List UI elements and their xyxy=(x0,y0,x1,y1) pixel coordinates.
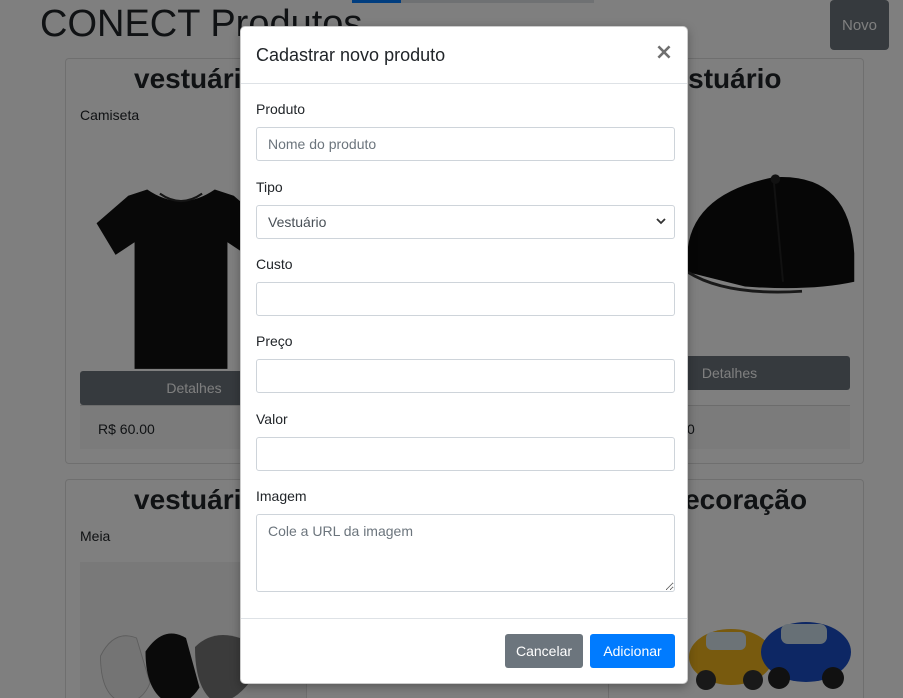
modal-footer: Cancelar Adicionar xyxy=(241,618,687,683)
custo-label: Custo xyxy=(256,256,293,272)
preco-label: Preço xyxy=(256,333,293,349)
preco-input[interactable] xyxy=(256,359,675,393)
valor-label: Valor xyxy=(256,411,288,427)
add-button[interactable]: Adicionar xyxy=(590,634,675,668)
produto-label: Produto xyxy=(256,101,306,117)
tipo-selected-value: Vestuário xyxy=(268,214,327,230)
custo-input[interactable] xyxy=(256,282,675,316)
chevron-down-icon xyxy=(656,218,666,225)
imagem-label: Imagem xyxy=(256,488,307,504)
imagem-url-textarea[interactable] xyxy=(256,514,675,592)
produto-input[interactable] xyxy=(256,127,675,161)
modal-header: Cadastrar novo produto × xyxy=(241,27,687,84)
cancel-button[interactable]: Cancelar xyxy=(505,634,583,668)
new-product-modal: Cadastrar novo produto × Produto Tipo Ve… xyxy=(240,26,688,684)
tipo-label: Tipo xyxy=(256,179,283,195)
close-icon[interactable]: × xyxy=(653,41,675,65)
tipo-select[interactable]: Vestuário xyxy=(256,205,675,239)
modal-title: Cadastrar novo produto xyxy=(256,45,446,65)
imagem-field-wrapper xyxy=(241,514,687,592)
valor-input[interactable] xyxy=(256,437,675,471)
